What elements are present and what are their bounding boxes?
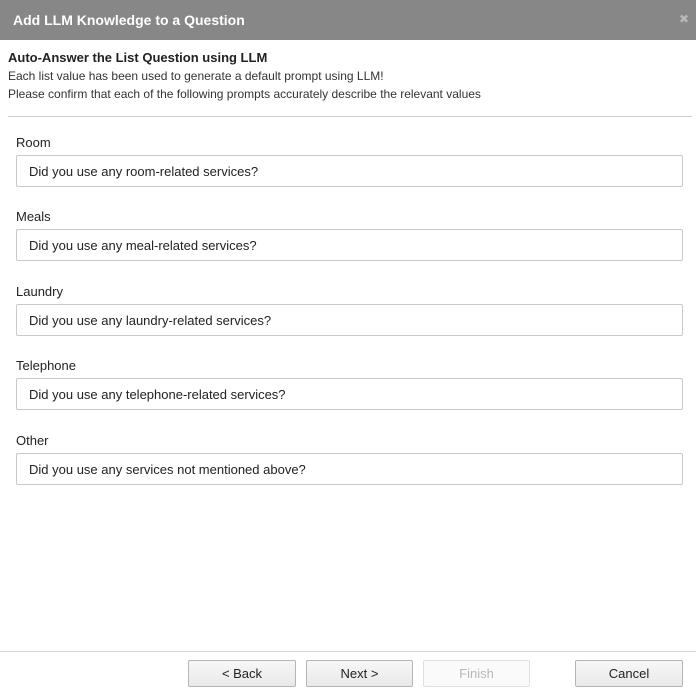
prompt-label-other: Other: [16, 433, 49, 448]
prompt-group-telephone: Telephone: [16, 358, 683, 410]
llm-knowledge-dialog: Add LLM Knowledge to a Question ✖ Auto-A…: [0, 0, 696, 693]
cancel-button[interactable]: Cancel: [575, 660, 683, 687]
prompt-label-telephone: Telephone: [16, 358, 76, 373]
prompt-group-laundry: Laundry: [16, 284, 683, 336]
divider-bottom: [0, 651, 696, 652]
prompt-input-laundry[interactable]: [16, 304, 683, 336]
prompt-input-telephone[interactable]: [16, 378, 683, 410]
prompt-label-laundry: Laundry: [16, 284, 63, 299]
back-button[interactable]: < Back: [188, 660, 296, 687]
close-icon[interactable]: ✖: [678, 13, 690, 25]
dialog-title: Add LLM Knowledge to a Question: [13, 12, 245, 28]
divider-top: [8, 116, 692, 117]
prompt-group-meals: Meals: [16, 209, 683, 261]
intro-line-1: Each list value has been used to generat…: [8, 69, 384, 83]
prompt-group-room: Room: [16, 135, 683, 187]
intro-line-2: Please confirm that each of the followin…: [8, 87, 481, 101]
prompt-label-room: Room: [16, 135, 51, 150]
intro-block: Auto-Answer the List Question using LLM …: [8, 49, 688, 104]
prompt-input-room[interactable]: [16, 155, 683, 187]
prompt-label-meals: Meals: [16, 209, 51, 224]
finish-button[interactable]: Finish: [423, 660, 530, 687]
prompt-input-meals[interactable]: [16, 229, 683, 261]
dialog-titlebar: Add LLM Knowledge to a Question ✖: [0, 0, 696, 40]
prompt-input-other[interactable]: [16, 453, 683, 485]
prompt-group-other: Other: [16, 433, 683, 485]
intro-heading: Auto-Answer the List Question using LLM: [8, 50, 268, 65]
next-button[interactable]: Next >: [306, 660, 413, 687]
